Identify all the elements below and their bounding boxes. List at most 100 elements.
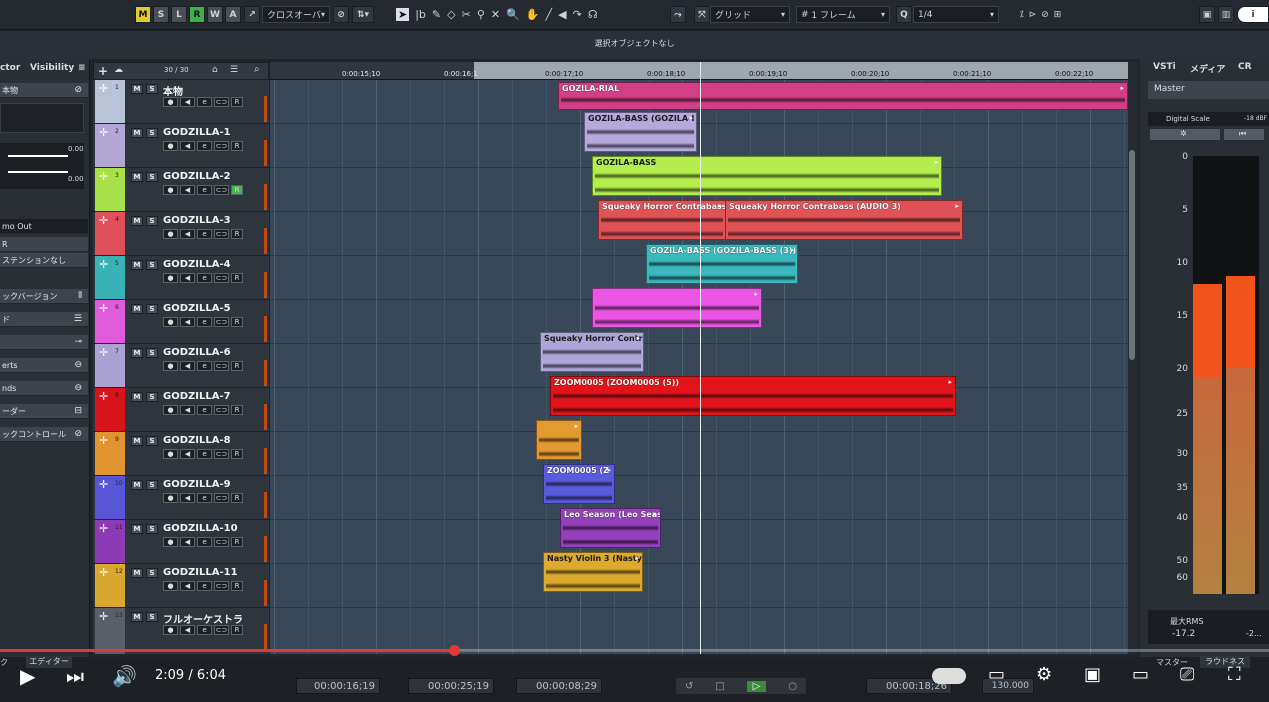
mute-button[interactable]: M [131,260,143,270]
theater-mode-icon[interactable]: ▭ [1132,664,1149,685]
track-name[interactable]: GODZILLA-6 [163,347,231,358]
lock-icon[interactable]: ⊂⊃ [214,185,229,195]
mute-button[interactable]: M [131,128,143,138]
info-icon[interactable]: i [1237,6,1269,23]
monitor-icon[interactable]: ● [163,449,178,459]
edit-channel-icon[interactable]: e [197,229,212,239]
edit-channel-icon[interactable]: e [197,361,212,371]
stop-icon[interactable]: □ [715,681,724,692]
lock-icon[interactable]: ⊂⊃ [214,317,229,327]
solo-button[interactable]: S [146,480,158,490]
read-icon[interactable]: R [231,273,243,283]
automation-mode-button[interactable]: A [225,6,241,23]
solo-button[interactable]: S [146,216,158,226]
select-tool-icon[interactable]: ➤ [396,8,410,21]
audio-event[interactable]: Squeaky Horror Contrabass (AUDIO 3) ▸ [725,200,963,240]
quantize-settings-icon[interactable]: ⁒ [1020,10,1024,20]
grid-type-dropdown[interactable]: グリッド ▾ [710,6,790,23]
solo-button[interactable]: S [146,524,158,534]
record-enable-icon[interactable]: ◀ [180,493,195,503]
audio-event[interactable]: GOZILA-RIAL ▸ [558,82,1128,110]
mute-button[interactable]: M [131,436,143,446]
track-row[interactable]: ✛ 1 M S 本物 ● ◀ e ⊂⊃ R [93,80,269,124]
track-name[interactable]: GODZILLA-2 [163,171,231,182]
edit-channel-icon[interactable]: e [197,449,212,459]
mute-button[interactable]: M [131,216,143,226]
cycle-icon[interactable]: ↺ [685,681,693,692]
line-tool-icon[interactable]: ╱ [546,8,553,21]
read-icon[interactable]: R [231,493,243,503]
solo-button[interactable]: S [146,436,158,446]
window-layout-icon[interactable]: ▣ [1199,6,1215,23]
track-row[interactable]: ✛ 5 M S GODZILLA-4 ● ◀ e ⊂⊃ R [93,256,269,300]
solo-button[interactable]: S [146,172,158,182]
solo-button[interactable]: S [146,260,158,270]
volume-icon[interactable]: 🔊 [112,664,137,688]
solo-button[interactable]: S [146,392,158,402]
snap-type-icon[interactable]: ⤧ [694,6,710,23]
edit-channel-icon[interactable]: e [197,273,212,283]
record-enable-icon[interactable]: ◀ [180,273,195,283]
autoplay-toggle[interactable] [932,668,966,684]
left-locator[interactable]: 00:00:16;19 [296,678,380,694]
solo-mode-button[interactable]: S [153,6,169,23]
track-name[interactable]: GODZILLA-1 [163,127,231,138]
lock-icon[interactable]: ⊂⊃ [214,141,229,151]
audio-event[interactable]: Nasty Violin 3 (Nasty \ ▸ [543,552,643,592]
comp-tool-icon[interactable]: ↷ [573,8,582,21]
mute-button[interactable]: M [131,612,143,622]
split-tool-icon[interactable]: ✂ [462,8,471,21]
tab-visibility[interactable]: Visibility [30,61,74,76]
home-icon[interactable]: ⌂ [212,65,218,75]
section-inserts[interactable]: erts ⊖ [0,358,88,373]
settings-button[interactable]: ✲ [1150,129,1220,140]
fullscreen-icon[interactable]: ⛶ [1228,664,1241,685]
play-icon[interactable]: ▷ [746,680,767,692]
solo-button[interactable]: S [146,128,158,138]
mute-button[interactable]: M [131,392,143,402]
lock-icon[interactable]: ⊂⊃ [214,273,229,283]
lock-icon[interactable]: ⊂⊃ [214,229,229,239]
record-enable-icon[interactable]: ◀ [180,581,195,591]
section-track-versions[interactable]: ックバージョン ⫴ [0,289,88,304]
layout-icon[interactable]: ⊞ [1054,10,1062,20]
track-row[interactable]: ✛ 12 M S GODZILLA-11 ● ◀ e ⊂⊃ R [93,564,269,608]
solo-button[interactable]: S [146,348,158,358]
edit-icon[interactable]: ⊘ [333,6,349,23]
grid-size-dropdown[interactable]: # 1 フレーム ▾ [796,6,890,23]
record-enable-icon[interactable]: ◀ [180,405,195,415]
cast-icon[interactable]: ⎚ [1180,664,1194,685]
right-zone-toggle-icon[interactable]: ▥ [1218,6,1234,23]
pan-slider[interactable] [8,171,68,173]
mute-button[interactable]: M [131,172,143,182]
audio-event[interactable]: Squeaky Horror Contra ▸ [540,332,644,372]
track-name[interactable]: GODZILLA-8 [163,435,231,446]
track-row[interactable]: ✛ 2 M S GODZILLA-1 ● ◀ e ⊂⊃ R [93,124,269,168]
list-icon[interactable]: ☰ [230,65,238,75]
tab-control-room[interactable]: CR [1238,62,1252,72]
edit-channel-icon[interactable]: e [197,493,212,503]
track-row[interactable]: ✛ 9 M S GODZILLA-8 ● ◀ e ⊂⊃ R [93,432,269,476]
record-enable-icon[interactable]: ◀ [180,317,195,327]
track-name[interactable]: GODZILLA-7 [163,391,231,402]
nudge-icon[interactable]: ⤳ [670,6,686,23]
mute-button[interactable]: M [131,568,143,578]
folder-icon[interactable]: ☁ [114,65,123,75]
audio-event[interactable]: ▸ [592,288,762,328]
monitor-icon[interactable]: ● [163,317,178,327]
solo-button[interactable]: S [146,84,158,94]
right-locator[interactable]: 00:00:25;19 [408,678,494,694]
write-automation-button[interactable]: W [207,6,223,23]
extension-routing[interactable]: ステンションなし [0,253,88,268]
inspector-faders[interactable]: 0.00 0.00 [0,143,84,189]
edit-icon[interactable]: ⊘ [74,83,82,98]
read-icon[interactable]: R [231,361,243,371]
tab-inspector[interactable]: ctor [0,61,20,76]
track-name[interactable]: GODZILLA-3 [163,215,231,226]
add-track-icon[interactable]: + [98,64,108,78]
edit-channel-icon[interactable]: e [197,625,212,635]
track-name[interactable]: GODZILLA-9 [163,479,231,490]
audio-event[interactable]: Leo Season (Leo Seas ▸ [560,508,661,548]
lock-icon[interactable]: ⊂⊃ [214,449,229,459]
edit-channel-icon[interactable]: e [197,185,212,195]
